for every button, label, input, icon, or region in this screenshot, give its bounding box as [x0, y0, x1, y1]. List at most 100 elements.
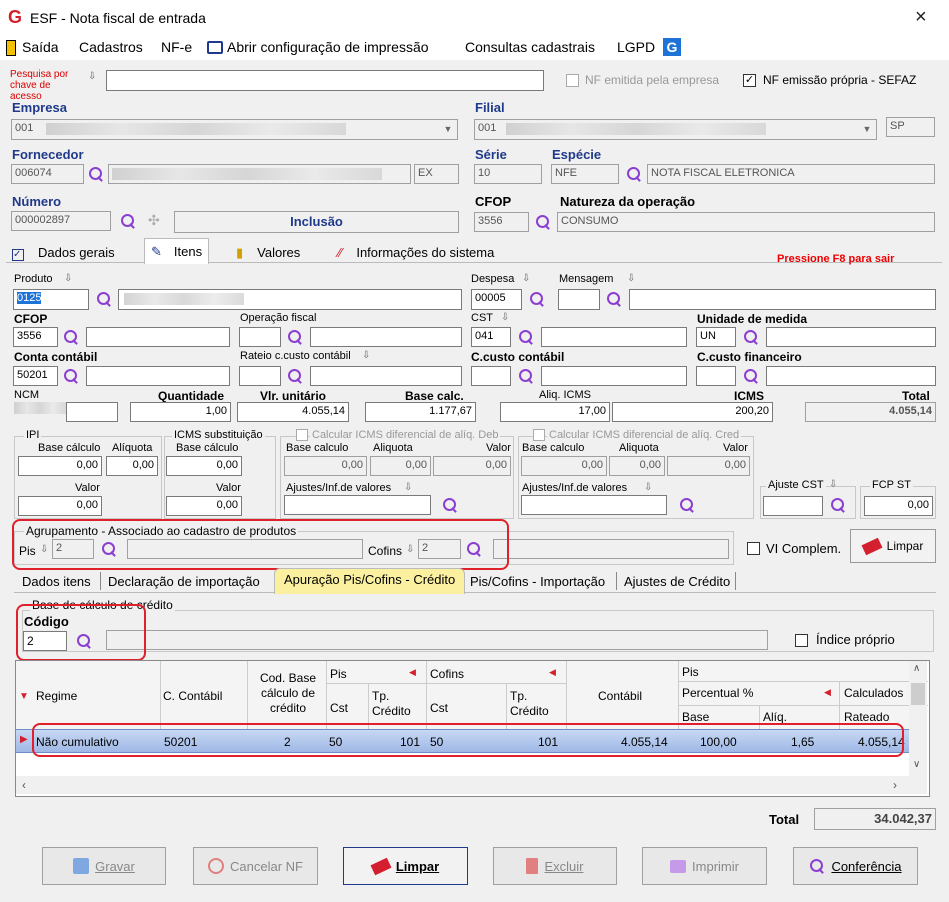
- cst-field[interactable]: 041: [471, 327, 511, 347]
- menu-lgpd[interactable]: LGPD: [617, 39, 655, 55]
- search-icon[interactable]: [63, 329, 79, 345]
- rateio-field[interactable]: [239, 366, 281, 386]
- search-icon[interactable]: [535, 214, 551, 230]
- chevron-down-icon[interactable]: ▼: [440, 120, 456, 138]
- ccusto-field[interactable]: [471, 366, 511, 386]
- deb-ajuste-field[interactable]: [284, 495, 431, 515]
- search-icon[interactable]: [287, 329, 303, 345]
- chevron-down-icon[interactable]: ▼: [859, 120, 875, 138]
- horizontal-scrollbar[interactable]: ‹ ›: [16, 776, 927, 794]
- unidade-field[interactable]: UN: [696, 327, 736, 347]
- menu-abrir-config[interactable]: Abrir configuração de impressão: [227, 39, 429, 55]
- nf-emitida-checkbox[interactable]: [566, 74, 579, 87]
- cred-aliq-field[interactable]: 0,00: [609, 456, 665, 476]
- despesa-field[interactable]: 00005: [471, 289, 522, 310]
- deb-checkbox[interactable]: [296, 429, 308, 441]
- collapse-icon[interactable]: ◀: [824, 687, 831, 698]
- search-icon[interactable]: [96, 291, 112, 307]
- scroll-left-icon[interactable]: ‹: [22, 778, 26, 792]
- excluir-button[interactable]: Excluir: [493, 847, 617, 885]
- limpar-small-button[interactable]: Limpar: [850, 529, 936, 563]
- search-icon[interactable]: [606, 291, 622, 307]
- subtab-dados-itens[interactable]: Dados itens: [22, 571, 91, 593]
- cfop-item-field[interactable]: 3556: [13, 327, 58, 347]
- menu-cadastros[interactable]: Cadastros: [79, 39, 143, 55]
- search-icon[interactable]: [529, 291, 545, 307]
- cfop-field[interactable]: 3556: [474, 212, 529, 232]
- scroll-down-icon[interactable]: ∨: [913, 759, 920, 770]
- lgpd-logo-icon[interactable]: G: [663, 38, 681, 56]
- tab-itens[interactable]: ✎ Itens: [144, 238, 210, 264]
- ipi-base-field[interactable]: 0,00: [18, 456, 102, 476]
- vertical-scrollbar[interactable]: ∧ ∨: [909, 661, 927, 776]
- deb-base-field[interactable]: 0,00: [284, 456, 367, 476]
- menu-saida[interactable]: Saída: [22, 39, 59, 55]
- vi-complem-checkbox[interactable]: [747, 542, 760, 555]
- cred-checkbox[interactable]: [533, 429, 545, 441]
- tab-informacoes[interactable]: ⁄⁄ Informações do sistema: [338, 242, 494, 264]
- indice-proprio-checkbox[interactable]: [795, 634, 808, 647]
- gravar-button[interactable]: Gravar: [42, 847, 166, 885]
- subtab-declaracao[interactable]: Declaração de importação: [108, 571, 260, 593]
- search-icon[interactable]: [626, 166, 642, 182]
- search-icon[interactable]: [120, 213, 136, 229]
- scroll-thumb[interactable]: [911, 683, 925, 705]
- tab-dados-gerais[interactable]: ✓ Dados gerais: [12, 242, 115, 264]
- imprimir-button[interactable]: Imprimir: [642, 847, 767, 885]
- search-icon[interactable]: [679, 497, 695, 513]
- deb-aliq-field[interactable]: 0,00: [370, 456, 431, 476]
- ccusto-fin-field[interactable]: [696, 366, 736, 386]
- subtab-pis-cofins-imp[interactable]: Pis/Cofins - Importação: [470, 571, 605, 593]
- subtab-ajustes[interactable]: Ajustes de Crédito: [624, 571, 730, 593]
- close-icon[interactable]: ×: [915, 6, 927, 29]
- nf-propria-checkbox[interactable]: ✓: [743, 74, 756, 87]
- search-icon[interactable]: [518, 368, 534, 384]
- search-icon[interactable]: [88, 166, 104, 182]
- deb-title: Calcular ICMS diferencial de alíq. Deb: [310, 429, 501, 441]
- search-icon[interactable]: [287, 368, 303, 384]
- qtd-field[interactable]: 1,00: [130, 402, 231, 422]
- fornecedor-code[interactable]: 006074: [11, 164, 84, 184]
- collapse-icon[interactable]: ◀: [409, 667, 416, 678]
- search-icon[interactable]: [743, 329, 759, 345]
- tab-valores[interactable]: ▮ Valores: [236, 242, 300, 264]
- ncm-field[interactable]: [66, 402, 118, 422]
- produto-field[interactable]: 0125: [13, 289, 89, 310]
- search-icon[interactable]: [518, 329, 534, 345]
- numero-field[interactable]: 000002897: [11, 211, 111, 231]
- base-field[interactable]: 1.177,67: [365, 402, 476, 422]
- icms-field[interactable]: 200,20: [612, 402, 773, 422]
- scroll-right-icon[interactable]: ›: [893, 778, 897, 792]
- st-base-field[interactable]: 0,00: [166, 456, 242, 476]
- operacao-field[interactable]: [239, 327, 281, 347]
- conferencia-button[interactable]: Conferência: [793, 847, 918, 885]
- deb-valor-field[interactable]: 0,00: [433, 456, 511, 476]
- st-valor-field[interactable]: 0,00: [166, 496, 242, 516]
- cred-valor-field[interactable]: 0,00: [667, 456, 750, 476]
- especie-code[interactable]: NFE: [551, 164, 619, 184]
- search-input[interactable]: [106, 70, 544, 91]
- cancelar-nf-button[interactable]: Cancelar NF: [193, 847, 318, 885]
- mensagem-field[interactable]: [558, 289, 600, 310]
- limpar-button[interactable]: Limpar: [343, 847, 468, 885]
- fcp-field[interactable]: 0,00: [864, 496, 933, 516]
- vlr-field[interactable]: 4.055,14: [237, 402, 349, 422]
- conta-field[interactable]: 50201: [13, 366, 58, 386]
- cred-base-field[interactable]: 0,00: [521, 456, 607, 476]
- serie-field[interactable]: 10: [474, 164, 542, 184]
- search-icon[interactable]: [830, 497, 846, 513]
- search-icon[interactable]: [63, 368, 79, 384]
- ajuste-cst-field[interactable]: [763, 496, 823, 516]
- search-icon[interactable]: [442, 497, 458, 513]
- ipi-valor-field[interactable]: 0,00: [18, 496, 102, 516]
- collapse-icon[interactable]: ◀: [549, 667, 556, 678]
- scroll-up-icon[interactable]: ∧: [913, 663, 920, 674]
- subtab-apuracao[interactable]: Apuração Pis/Cofins - Crédito: [274, 568, 466, 594]
- search-icon[interactable]: [743, 368, 759, 384]
- ipi-aliq-field[interactable]: 0,00: [106, 456, 158, 476]
- plus-icon[interactable]: ✣: [148, 212, 160, 229]
- menu-nfe[interactable]: NF-e: [161, 39, 192, 55]
- aliq-field[interactable]: 17,00: [500, 402, 610, 422]
- menu-consultas[interactable]: Consultas cadastrais: [465, 39, 595, 55]
- cred-ajuste-field[interactable]: [521, 495, 667, 515]
